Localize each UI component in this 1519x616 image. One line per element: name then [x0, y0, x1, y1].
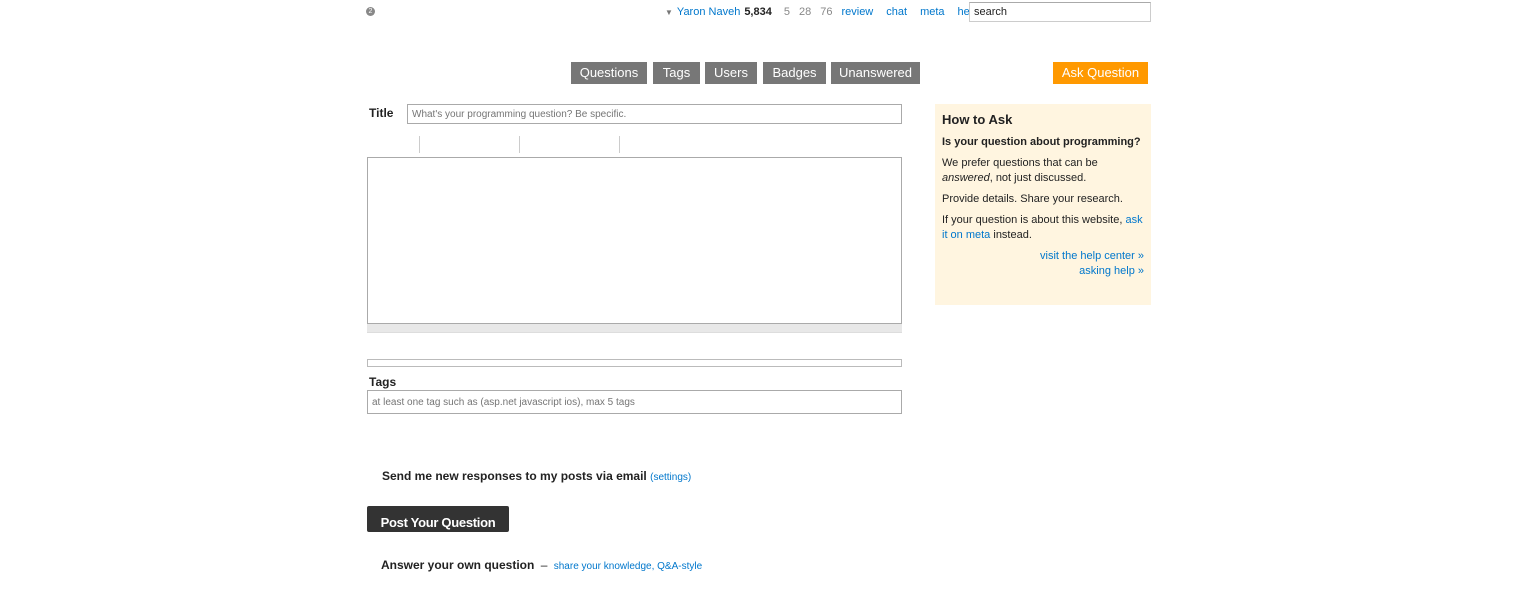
help-center-link[interactable]: visit the help center » [942, 249, 1144, 264]
nav-tags[interactable]: Tags [653, 62, 700, 84]
nav-users[interactable]: Users [705, 62, 757, 84]
qa-style-link[interactable]: share your knowledge, Q&A-style [554, 561, 702, 572]
how-to-ask-p1: We prefer questions that can be answered… [942, 156, 1144, 186]
nav-unanswered[interactable]: Unanswered [831, 62, 920, 84]
p1-text: We prefer questions that can be [942, 157, 1098, 169]
answer-own-dash: – [540, 558, 548, 572]
resize-grip[interactable] [367, 324, 902, 333]
tags-input[interactable] [367, 390, 902, 414]
topbar: ▼ Yaron Naveh 5,834 5 28 76 review chat … [665, 5, 991, 19]
p1-emphasis: answered [942, 172, 990, 184]
preview-pane [367, 359, 902, 367]
title-input[interactable] [407, 104, 902, 124]
tags-label: Tags [369, 375, 397, 389]
silver-badges: 5 [783, 6, 790, 18]
settings-link[interactable]: (settings) [650, 472, 691, 483]
bronze-badges: 28 [798, 6, 812, 18]
review-link[interactable]: review [841, 6, 873, 18]
help-links: visit the help center » asking help » [942, 249, 1144, 279]
asking-help-link[interactable]: asking help » [942, 264, 1144, 279]
p3-text: If your question is about this website, [942, 214, 1123, 226]
ask-question-button[interactable]: Ask Question [1053, 62, 1148, 84]
how-to-ask-panel: How to Ask Is your question about progra… [935, 104, 1151, 305]
how-to-ask-question: Is your question about programming? [942, 136, 1141, 148]
email-notify: Send me new responses to my posts via em… [382, 469, 691, 483]
how-to-ask-p3: If your question is about this website, … [942, 213, 1144, 243]
toolbar-separator [619, 136, 620, 153]
how-to-ask-title: How to Ask [942, 112, 1013, 127]
toolbar-separator [519, 136, 520, 153]
nav-questions[interactable]: Questions [571, 62, 647, 84]
answer-own-label[interactable]: Answer your own question [381, 558, 534, 572]
title-label: Title [369, 106, 394, 120]
nav-badges[interactable]: Badges [763, 62, 826, 84]
inbox-icon[interactable]: 2 [366, 7, 375, 16]
toolbar-separator [419, 136, 420, 153]
user-link[interactable]: Yaron Naveh [677, 6, 740, 18]
chat-link[interactable]: chat [886, 6, 907, 18]
body-editor[interactable] [367, 157, 902, 324]
other-badges: 76 [820, 6, 833, 18]
post-question-button[interactable]: Post Your Question [367, 506, 509, 532]
how-to-ask-p2: Provide details. Share your research. [942, 193, 1123, 205]
reputation: 5,834 [744, 6, 772, 18]
notify-label: Send me new responses to my posts via em… [382, 469, 647, 483]
caret-down-icon[interactable]: ▼ [665, 8, 673, 17]
meta-link[interactable]: meta [920, 6, 944, 18]
search-input[interactable] [969, 2, 1151, 22]
answer-own-question: Answer your own question – share your kn… [381, 558, 702, 572]
p3-text-end: instead. [990, 229, 1032, 241]
p1-text-end: , not just discussed. [989, 172, 1087, 184]
